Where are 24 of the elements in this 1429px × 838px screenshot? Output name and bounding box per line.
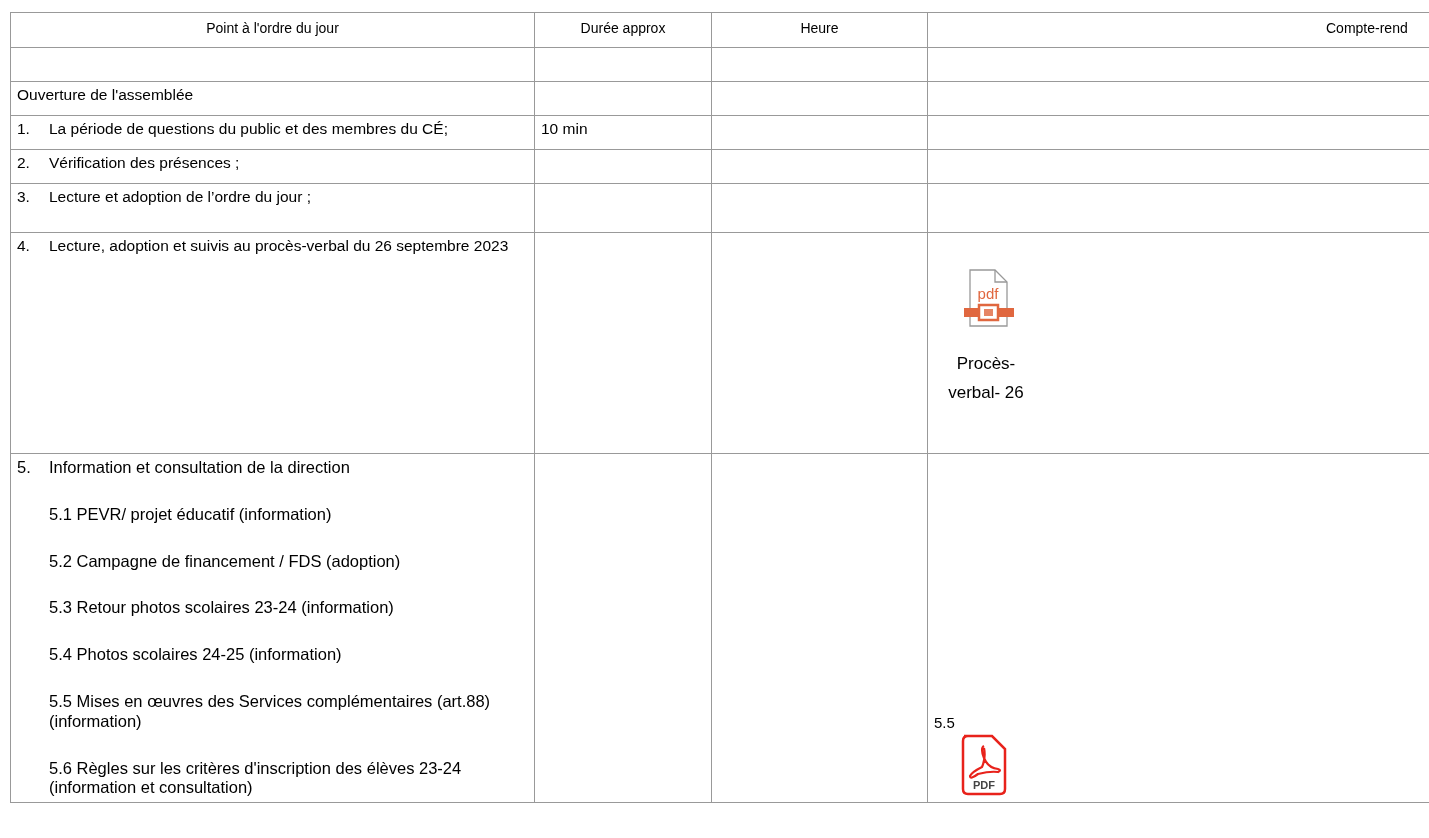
agenda-item: La période de questions du public et des membres du CÉ;	[49, 120, 449, 139]
agenda-subitem: 5.3 Retour photos scolaires 23-24 (information)	[48, 598, 395, 619]
agenda-item: Information et consultation de la direction	[49, 458, 351, 478]
item-number: 1.	[17, 120, 31, 139]
item-number: 2.	[17, 154, 31, 173]
item-number: 5.	[17, 458, 32, 478]
agenda-subitem: 5.4 Photos scolaires 24-25 (information)	[48, 645, 343, 665]
column-header: Compte-rend	[927, 12, 1429, 48]
agenda-subitem: 5.2 Campagne de financement / FDS (adoption)	[48, 551, 402, 572]
column-header: Heure	[711, 12, 928, 48]
attachment-label: Procès-verbal- 26	[947, 353, 1025, 404]
agenda-subitem: 5.1 PEVR/ projet éducatif (information)	[48, 504, 333, 525]
agenda-item: Lecture et adoption de l’ordre du jour ;	[49, 188, 312, 207]
agenda-item: Ouverture de l'assemblée	[17, 86, 194, 103]
duration-text: 10 min	[541, 120, 588, 137]
agenda-item: Lecture, adoption et suivis au procès-verbal du 26 septembre 2023	[49, 237, 510, 256]
agenda-subitem: 5.5 Mises en œuvres des Services complémentaires (art.88) (information)	[48, 692, 492, 732]
column-header: Durée approx	[534, 12, 712, 48]
agenda-item: Vérification des présences ;	[49, 154, 241, 173]
item-number: 3.	[17, 188, 31, 207]
column-header: Point à l'ordre du jour	[10, 12, 535, 48]
attachment-caption: 5.5	[934, 714, 956, 733]
agenda-subitem: 5.6 Règles sur les critères d'inscription des élèves 23-24 (information et consultation)	[48, 758, 463, 799]
item-number: 4.	[17, 237, 31, 256]
